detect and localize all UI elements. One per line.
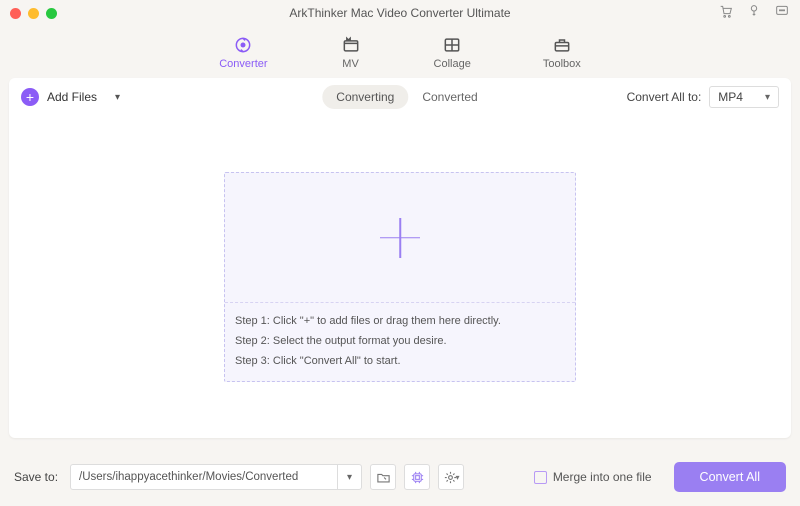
nav-toolbox[interactable]: Toolbox bbox=[543, 35, 581, 70]
add-files-label: Add Files bbox=[47, 90, 97, 104]
step-text: Step 2: Select the output format you des… bbox=[235, 335, 565, 347]
plus-icon: + bbox=[21, 88, 39, 106]
collage-icon bbox=[441, 35, 463, 55]
status-segment: Converting Converted bbox=[322, 85, 477, 109]
open-folder-button[interactable] bbox=[370, 464, 396, 490]
dropzone[interactable]: Step 1: Click "+" to add files or drag t… bbox=[224, 172, 576, 382]
dropzone-add-area[interactable] bbox=[225, 173, 575, 303]
chevron-down-icon: ▾ bbox=[456, 473, 460, 482]
converter-icon bbox=[232, 35, 254, 55]
main-card: + Add Files ▾ Converting Converted Conve… bbox=[9, 78, 791, 438]
nav-label: Toolbox bbox=[543, 58, 581, 70]
dropzone-steps: Step 1: Click "+" to add files or drag t… bbox=[225, 303, 575, 381]
toolbox-icon bbox=[551, 35, 573, 55]
key-icon[interactable] bbox=[746, 3, 762, 24]
nav-label: Collage bbox=[434, 58, 471, 70]
merge-checkbox[interactable]: Merge into one file bbox=[534, 470, 652, 484]
tab-converting[interactable]: Converting bbox=[322, 85, 408, 109]
folder-icon bbox=[376, 470, 391, 485]
card-toolbar: + Add Files ▾ Converting Converted Conve… bbox=[9, 78, 791, 116]
step-text: Step 1: Click "+" to add files or drag t… bbox=[235, 315, 565, 327]
chevron-down-icon[interactable]: ▾ bbox=[115, 92, 120, 103]
nav-collage[interactable]: Collage bbox=[434, 35, 471, 70]
checkbox-icon bbox=[534, 471, 547, 484]
gpu-accel-button[interactable] bbox=[404, 464, 430, 490]
cart-icon[interactable] bbox=[718, 3, 734, 24]
top-nav: Converter MV Collage Toolbox bbox=[0, 26, 800, 78]
convert-all-button[interactable]: Convert All bbox=[674, 462, 786, 492]
nav-label: Converter bbox=[219, 58, 267, 70]
save-path-value: /Users/ihappyacethinker/Movies/Converted bbox=[71, 471, 337, 483]
bottom-bar: Save to: /Users/ihappyacethinker/Movies/… bbox=[0, 448, 800, 506]
card-body: Step 1: Click "+" to add files or drag t… bbox=[9, 116, 791, 438]
feedback-icon[interactable] bbox=[774, 3, 790, 24]
chevron-down-icon: ▾ bbox=[765, 92, 770, 103]
convert-all-to-label: Convert All to: bbox=[627, 90, 702, 104]
tab-converted[interactable]: Converted bbox=[422, 90, 477, 104]
chip-icon bbox=[410, 470, 425, 485]
nav-mv[interactable]: MV bbox=[340, 35, 362, 70]
save-to-label: Save to: bbox=[14, 470, 58, 484]
app-title: ArkThinker Mac Video Converter Ultimate bbox=[0, 6, 800, 20]
titlebar: ArkThinker Mac Video Converter Ultimate bbox=[0, 0, 800, 26]
nav-converter[interactable]: Converter bbox=[219, 35, 267, 70]
output-format-value: MP4 bbox=[718, 90, 743, 104]
step-text: Step 3: Click "Convert All" to start. bbox=[235, 355, 565, 367]
nav-label: MV bbox=[342, 58, 359, 70]
mv-icon bbox=[340, 35, 362, 55]
add-files-button[interactable]: + Add Files ▾ bbox=[21, 88, 120, 106]
titlebar-right bbox=[718, 3, 790, 24]
plus-icon bbox=[380, 218, 420, 258]
chevron-down-icon[interactable]: ▾ bbox=[337, 465, 361, 489]
merge-label: Merge into one file bbox=[553, 470, 652, 484]
settings-button[interactable]: ▾ bbox=[438, 464, 464, 490]
save-path-dropdown[interactable]: /Users/ihappyacethinker/Movies/Converted… bbox=[70, 464, 362, 490]
output-format-dropdown[interactable]: MP4 ▾ bbox=[709, 86, 779, 108]
convert-all-to: Convert All to: MP4 ▾ bbox=[627, 86, 779, 108]
